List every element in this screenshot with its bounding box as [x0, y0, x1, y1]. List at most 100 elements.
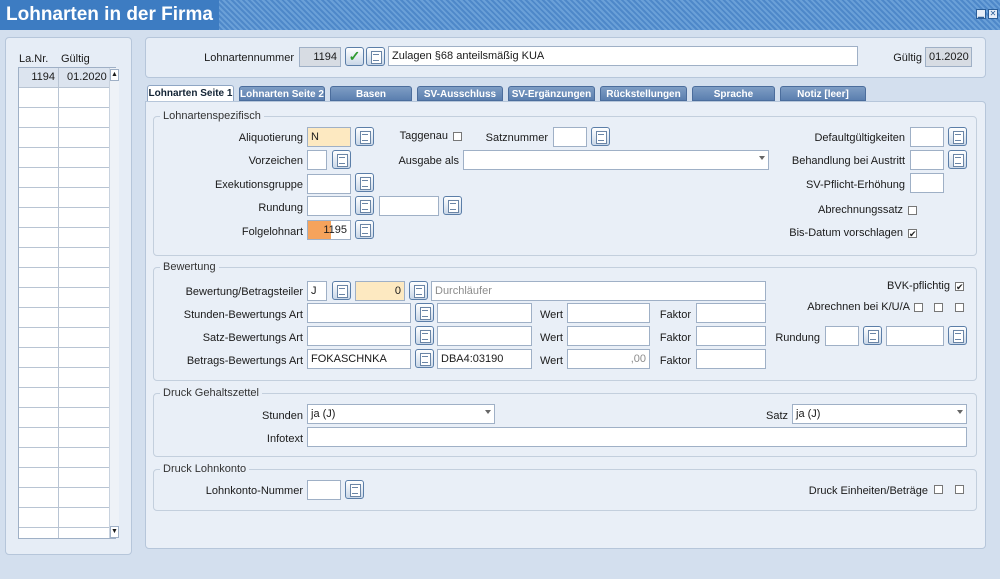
table-row[interactable]: 1194 01.2020 [19, 68, 115, 88]
tab-sv-ausschluss[interactable]: SV-Ausschluss [417, 86, 503, 101]
vorzeichen-field[interactable] [307, 150, 327, 170]
list-scrollbar[interactable] [109, 68, 119, 538]
rundung-field-2[interactable] [379, 196, 439, 216]
confirm-check-icon[interactable]: ✓ [345, 47, 364, 66]
infotext-field[interactable] [307, 427, 967, 447]
bewertung-rundung-field-2[interactable] [886, 326, 944, 346]
scroll-down-icon[interactable]: ▼ [110, 526, 119, 538]
stunden-faktor-field[interactable] [696, 303, 766, 323]
bewertung-lookup-icon[interactable] [332, 281, 351, 300]
table-row[interactable] [19, 428, 115, 448]
vorzeichen-lookup-icon[interactable] [332, 150, 351, 169]
tab-basen[interactable]: Basen [330, 86, 412, 101]
folgelohnart-field[interactable]: 1195 [307, 220, 351, 240]
stunden-wert-field[interactable] [567, 303, 650, 323]
aliquotierung-lookup-icon[interactable] [355, 127, 374, 146]
druck-einheiten-checkbox[interactable] [934, 485, 943, 494]
druck-stunden-select[interactable]: ja (J) [307, 404, 495, 424]
table-row[interactable] [19, 308, 115, 328]
table-row[interactable] [19, 468, 115, 488]
table-row[interactable] [19, 388, 115, 408]
abrechnen-k-checkbox[interactable] [914, 303, 923, 312]
rundung-field[interactable] [307, 196, 351, 216]
satz-bewertungs-art-field[interactable] [307, 326, 411, 346]
satz-wert-field[interactable] [567, 326, 650, 346]
table-row[interactable] [19, 368, 115, 388]
rundung-lookup-icon-2[interactable] [443, 196, 462, 215]
betragsteiler-field[interactable]: 0 [355, 281, 405, 301]
gueltig-field[interactable]: 01.2020 [925, 47, 972, 67]
stunden-bewertungs-art-field[interactable] [307, 303, 411, 323]
austritt-field[interactable] [910, 150, 944, 170]
satz-faktor-field[interactable] [696, 326, 766, 346]
tab-rueckstellungen[interactable]: Rückstellungen [600, 86, 687, 101]
defaultgueltigkeiten-field[interactable] [910, 127, 944, 147]
table-row[interactable] [19, 268, 115, 288]
table-row[interactable] [19, 88, 115, 108]
tab-sprache[interactable]: Sprache [692, 86, 775, 101]
lohnartennummer-field[interactable]: 1194 [299, 47, 341, 67]
bewertung-rundung-field[interactable] [825, 326, 859, 346]
betrags-bewertungs-art-field[interactable]: FOKASCHNKA [307, 349, 411, 369]
lohnkonto-nummer-lookup-icon[interactable] [345, 480, 364, 499]
satznummer-field[interactable] [553, 127, 587, 147]
tab-sv-ergaenzungen[interactable]: SV-Ergänzungen [508, 86, 595, 101]
satznummer-lookup-icon[interactable] [591, 127, 610, 146]
folgelohnart-lookup-icon[interactable] [355, 220, 374, 239]
bewertung-rundung-lookup-icon[interactable] [863, 326, 882, 345]
table-row[interactable] [19, 208, 115, 228]
exekutionsgruppe-lookup-icon[interactable] [355, 173, 374, 192]
table-row[interactable] [19, 248, 115, 268]
table-row[interactable] [19, 288, 115, 308]
abrechnen-u-checkbox[interactable] [934, 303, 943, 312]
table-row[interactable] [19, 228, 115, 248]
betragsteiler-lookup-icon[interactable] [409, 281, 428, 300]
bisdatum-checkbox[interactable]: ✔ [908, 229, 917, 239]
betragsteiler-text-field[interactable]: Durchläufer [431, 281, 766, 301]
abrechnen-a-checkbox[interactable] [955, 303, 964, 312]
minimize-icon[interactable]: ▁ [976, 9, 986, 19]
close-icon[interactable]: ✕ [988, 9, 998, 19]
betrags-wert-field[interactable]: ,00 [567, 349, 650, 369]
betrags-bewertungs-art-lookup-icon[interactable] [415, 349, 434, 368]
table-row[interactable] [19, 408, 115, 428]
table-row[interactable] [19, 188, 115, 208]
table-row[interactable] [19, 508, 115, 528]
defaultgueltigkeiten-lookup-icon[interactable] [948, 127, 967, 146]
table-row[interactable] [19, 148, 115, 168]
table-row[interactable] [19, 128, 115, 148]
tab-notiz[interactable]: Notiz [leer] [780, 86, 866, 101]
table-row[interactable] [19, 328, 115, 348]
stunden-bewertungs-art-lookup-icon[interactable] [415, 303, 434, 322]
stunden-bewertungs-art-field-2[interactable] [437, 303, 532, 323]
rundung-lookup-icon[interactable] [355, 196, 374, 215]
druck-satz-select[interactable]: ja (J) [792, 404, 967, 424]
svpflicht-field[interactable] [910, 173, 944, 193]
abrechnungssatz-checkbox[interactable] [908, 206, 917, 215]
satz-bewertungs-art-field-2[interactable] [437, 326, 532, 346]
bewertung-field[interactable]: J [307, 281, 327, 301]
exekutionsgruppe-field[interactable] [307, 174, 351, 194]
table-row[interactable] [19, 448, 115, 468]
tab-lohnarten-seite-2[interactable]: Lohnarten Seite 2 [239, 86, 325, 101]
table-row[interactable] [19, 528, 115, 538]
taggenau-checkbox[interactable] [453, 132, 462, 141]
table-row[interactable] [19, 348, 115, 368]
scroll-up-icon[interactable]: ▲ [110, 69, 119, 81]
list-lookup-icon[interactable] [366, 47, 385, 66]
table-row[interactable] [19, 168, 115, 188]
table-row[interactable] [19, 108, 115, 128]
table-row[interactable] [19, 488, 115, 508]
druck-betraege-checkbox[interactable] [955, 485, 964, 494]
ausgabe-als-select[interactable] [463, 150, 769, 170]
bewertung-rundung-lookup-icon-2[interactable] [948, 326, 967, 345]
austritt-lookup-icon[interactable] [948, 150, 967, 169]
bvk-pflichtig-checkbox[interactable]: ✔ [955, 282, 964, 292]
aliquotierung-field[interactable]: N [307, 127, 351, 147]
tab-lohnarten-seite-1[interactable]: Lohnarten Seite 1 [147, 85, 234, 102]
betrags-faktor-field[interactable] [696, 349, 766, 369]
betrags-bewertungs-art-field-2[interactable]: DBA4:03190 [437, 349, 532, 369]
satz-bewertungs-art-lookup-icon[interactable] [415, 326, 434, 345]
lohnart-name-field[interactable]: Zulagen §68 anteilsmäßig KUA [388, 46, 858, 66]
lohnkonto-nummer-field[interactable] [307, 480, 341, 500]
